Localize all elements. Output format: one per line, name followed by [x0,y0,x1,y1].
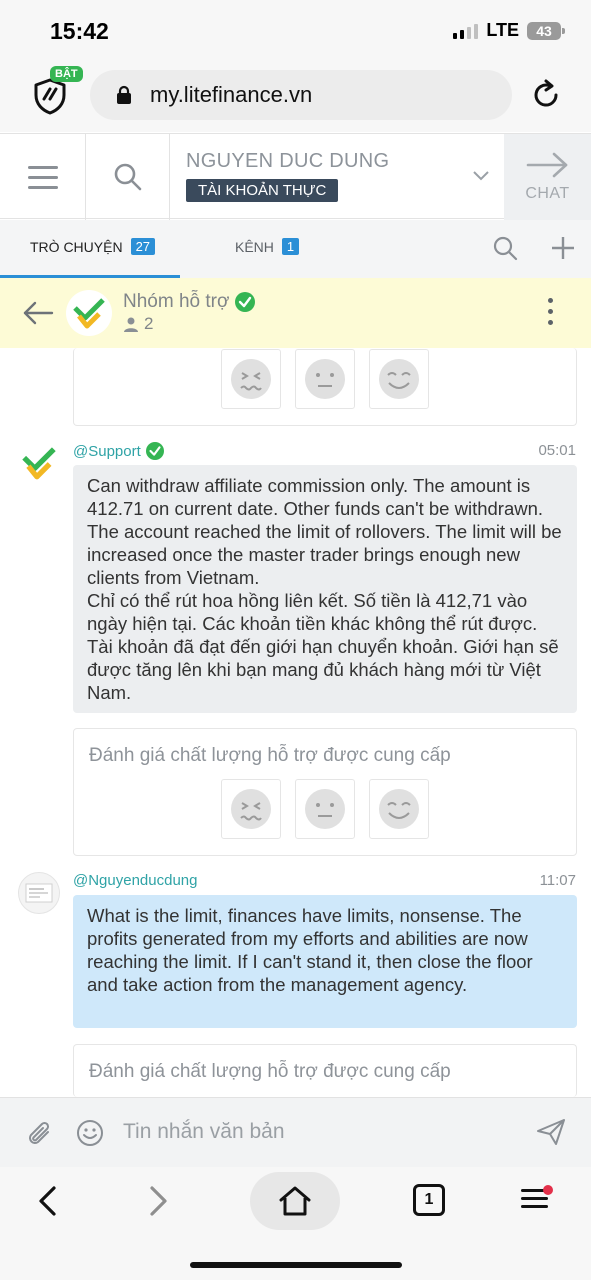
kebab-icon[interactable] [548,298,553,325]
happy-face-icon [379,789,419,829]
rating-good-button[interactable] [369,349,429,409]
arrow-right-icon [526,152,567,178]
browser-bottom-nav: 1 [0,1167,591,1280]
message-text: What is the limit, finances have limits,… [87,905,533,995]
group-avatar [66,290,112,336]
url-bar[interactable]: my.litefinance.vn [90,70,512,120]
message-sender[interactable]: @Support [73,442,164,460]
rating-bad-button[interactable] [221,349,281,409]
menu-icon[interactable] [0,134,86,220]
tab-channels[interactable]: KÊNH 1 [235,238,300,255]
user-avatar-image [25,883,53,903]
tab-chats-label: TRÒ CHUYỆN [30,238,123,255]
support-avatar [18,442,60,484]
rating-options [221,349,429,409]
paperclip-icon[interactable] [26,1120,54,1148]
sad-face-icon [231,789,271,829]
rating-title: Đánh giá chất lượng hỗ trợ được cung cấp [89,1061,451,1082]
back-arrow-icon[interactable] [22,300,54,326]
verified-icon [145,442,164,460]
chevron-right-icon[interactable] [148,1185,170,1217]
user-avatar [18,872,60,914]
rating-title: Đánh giá chất lượng hỗ trợ được cung cấp [89,745,451,766]
home-button[interactable] [250,1172,340,1230]
conversation-header: Nhóm hỗ trợ 2 [0,278,591,348]
search-icon [114,163,141,191]
chevron-down-icon[interactable] [472,170,490,182]
rating-neutral-button[interactable] [295,779,355,839]
rating-card: Đánh giá chất lượng hỗ trợ được cung cấp [73,1044,577,1097]
message-text-vi: Chỉ có thể rút hoa hồng liên kết. Số tiề… [87,590,559,703]
tab-channels-count: 1 [281,238,300,255]
rating-good-button[interactable] [369,779,429,839]
rating-bad-button[interactable] [221,779,281,839]
sad-face-icon [231,359,271,399]
browser-bar: BẬT my.litefinance.vn [0,60,591,132]
chevron-left-icon[interactable] [36,1185,58,1217]
litefinance-logo-icon [73,298,105,329]
network-label: LTE [486,20,519,40]
member-count-value: 2 [144,314,154,333]
message-bubble: What is the limit, finances have limits,… [73,895,577,1028]
account-type-badge: TÀI KHOẢN THỰC [186,179,339,202]
neutral-face-icon [305,789,345,829]
message-input[interactable]: Tin nhắn văn bản [123,1120,285,1144]
shield-status-badge: BẬT [50,66,83,82]
tab-channels-label: KÊNH [235,238,274,255]
rating-card: Đánh giá chất lượng hỗ trợ được cung cấp [73,728,577,856]
rating-neutral-button[interactable] [295,349,355,409]
chat-label: CHAT [525,185,570,202]
home-indicator [190,1262,402,1268]
status-time: 15:42 [50,18,109,44]
app-header: NGUYEN DUC DUNG TÀI KHOẢN THỰC CHAT [0,133,591,220]
litefinance-logo-icon [22,447,56,480]
sender-name: @Nguyenducdung [73,872,198,889]
send-icon[interactable] [536,1118,566,1146]
member-count: 2 [123,314,153,334]
chat-toggle-button[interactable]: CHAT [504,134,591,220]
status-bar: 15:42 LTE 43 [0,0,591,60]
rating-options [221,779,429,839]
tab-chats[interactable]: TRÒ CHUYỆN 27 [30,238,156,255]
happy-face-icon [379,359,419,399]
tab-chats-count: 27 [130,238,156,255]
message-sender[interactable]: @Nguyenducdung [73,872,197,889]
plus-icon[interactable] [550,235,576,261]
battery-icon: 43 [527,21,565,40]
status-indicators: LTE 43 [453,20,565,41]
verified-icon [235,292,256,312]
shield-icon[interactable] [30,76,70,116]
search-icon[interactable] [492,235,518,261]
home-icon [279,1186,311,1216]
message-composer: Tin nhắn văn bản [0,1097,591,1167]
sender-name: @Support [73,442,141,460]
smile-icon[interactable] [76,1119,104,1147]
person-icon [124,317,138,332]
notification-dot [543,1185,553,1195]
lock-icon [117,85,131,104]
message-time: 11:07 [539,872,576,889]
battery-level: 43 [536,22,552,39]
message-text-en: Can withdraw affiliate commission only. … [87,475,562,588]
message-bubble: Can withdraw affiliate commission only. … [73,465,577,713]
message-time: 05:01 [538,442,576,459]
rating-card [73,348,577,426]
tabs-bar: TRÒ CHUYỆN 27 KÊNH 1 [0,220,591,278]
reload-icon[interactable] [529,78,563,112]
header-search-button[interactable] [86,134,170,220]
neutral-face-icon [305,359,345,399]
conversation-title-row[interactable]: Nhóm hỗ trợ [123,291,256,313]
url-text: my.litefinance.vn [150,82,313,107]
account-name[interactable]: NGUYEN DUC DUNG [186,150,389,173]
conversation-title: Nhóm hỗ trợ [123,291,230,312]
tabs-count-button[interactable]: 1 [413,1184,445,1216]
signal-icon [453,23,479,39]
